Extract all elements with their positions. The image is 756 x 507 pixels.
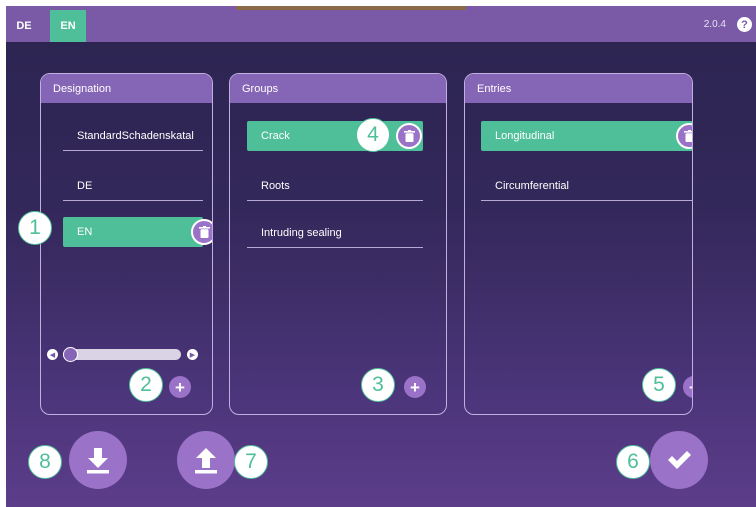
- callout-3: 3: [361, 368, 395, 402]
- top-bar: DE EN 2.0.4 ?: [6, 6, 756, 42]
- add-designation-button[interactable]: +: [169, 376, 191, 398]
- checkmark-icon: [668, 451, 691, 469]
- download-icon: [87, 448, 109, 474]
- version-label: 2.0.4: [703, 19, 726, 30]
- designation-item[interactable]: StandardSchadenskatal: [63, 121, 203, 151]
- upload-icon: [195, 448, 217, 474]
- group-item[interactable]: Intruding sealing: [247, 218, 423, 248]
- language-en-button[interactable]: EN: [50, 10, 86, 42]
- callout-6: 6: [616, 445, 650, 479]
- entries-panel: Entries Longitudinal Circumferential +: [464, 73, 693, 415]
- question-icon[interactable]: ?: [737, 17, 752, 32]
- plus-icon: +: [175, 377, 185, 397]
- entries-panel-title: Entries: [465, 74, 692, 103]
- entry-item-selected[interactable]: Longitudinal: [481, 121, 692, 151]
- entry-item-label: Longitudinal: [495, 130, 555, 142]
- add-group-button[interactable]: +: [404, 376, 426, 398]
- groups-panel: Groups Crack Roots Intruding sealing +: [229, 73, 447, 415]
- import-button[interactable]: [69, 431, 127, 489]
- group-item[interactable]: Roots: [247, 171, 423, 201]
- group-item-label: Roots: [261, 179, 290, 192]
- plus-icon: +: [410, 377, 420, 397]
- top-accent-strip: [236, 6, 466, 10]
- confirm-button[interactable]: [650, 431, 708, 489]
- designation-item[interactable]: DE: [63, 171, 203, 201]
- scrollbar-thumb[interactable]: [63, 347, 78, 362]
- designation-item-label: DE: [77, 179, 93, 192]
- callout-8: 8: [28, 445, 62, 479]
- groups-panel-title: Groups: [230, 74, 446, 103]
- callout-7: 7: [234, 445, 268, 479]
- entry-item[interactable]: Circumferential: [481, 171, 692, 201]
- callout-5: 5: [642, 368, 676, 402]
- designation-item-selected[interactable]: EN: [63, 217, 203, 247]
- trash-icon[interactable]: [396, 123, 422, 149]
- add-entry-button[interactable]: +: [683, 376, 692, 398]
- designation-item-label: StandardSchadenskatal: [77, 129, 194, 142]
- group-item-label: Crack: [261, 130, 290, 142]
- callout-1: 1: [18, 211, 52, 245]
- plus-icon: +: [689, 379, 692, 396]
- scroll-right-arrow-icon[interactable]: ▶: [187, 349, 198, 360]
- export-button[interactable]: [177, 431, 235, 489]
- trash-icon[interactable]: [191, 219, 212, 245]
- app-window: DE EN 2.0.4 ? Designation StandardSchade…: [6, 6, 756, 507]
- language-de-button[interactable]: DE: [6, 10, 42, 42]
- group-item-label: Intruding sealing: [261, 226, 342, 239]
- horizontal-scrollbar[interactable]: [63, 349, 181, 360]
- designation-panel: Designation StandardSchadenskatal DE EN …: [40, 73, 213, 415]
- callout-4: 4: [356, 118, 390, 152]
- designation-panel-title: Designation: [41, 74, 212, 103]
- callout-2: 2: [129, 368, 163, 402]
- entry-item-label: Circumferential: [495, 179, 569, 192]
- designation-item-label: EN: [77, 226, 93, 238]
- scroll-left-arrow-icon[interactable]: ◀: [47, 349, 58, 360]
